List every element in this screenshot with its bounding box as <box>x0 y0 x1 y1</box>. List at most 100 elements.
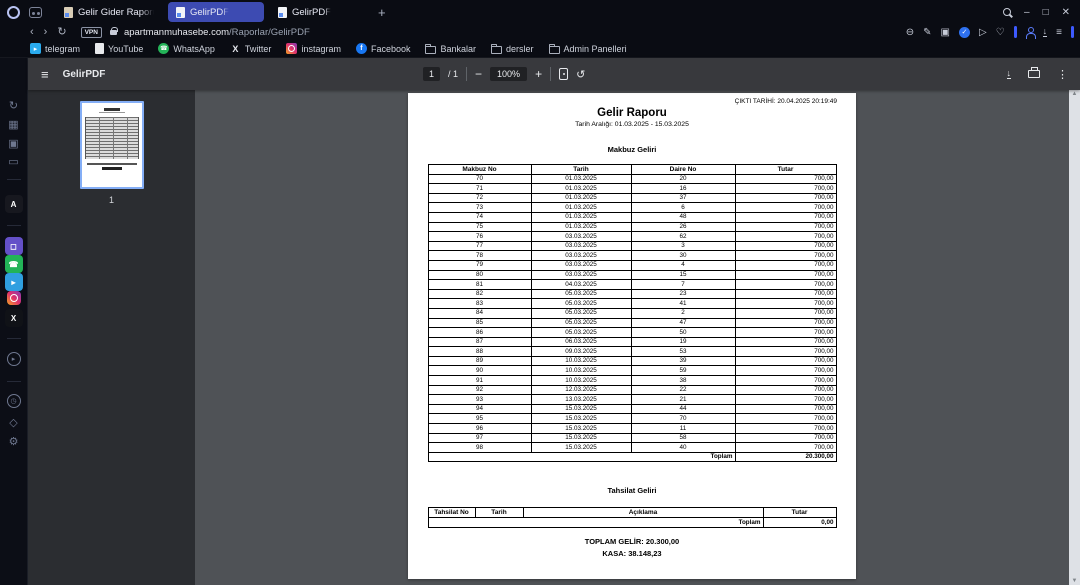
browser-tab[interactable]: Gelir Gider Raporu - Apar <box>56 2 162 22</box>
table-row: 9815.03.202540700,00 <box>428 443 836 453</box>
panel-indicator <box>1071 26 1074 38</box>
send-to-device-icon[interactable]: ▷ <box>979 27 987 38</box>
bookmark-item[interactable]: instagram <box>286 43 341 54</box>
browser-tab[interactable]: GelirPDF <box>270 2 366 22</box>
page-thumbnail[interactable] <box>80 101 144 189</box>
column-header: Tutar <box>735 165 836 175</box>
browser-tab[interactable]: GelirPDF <box>168 2 264 22</box>
minimize-button[interactable]: – <box>1024 7 1030 18</box>
x-icon: X <box>230 43 241 54</box>
search-icon[interactable] <box>1003 8 1011 16</box>
zoom-level[interactable]: 100% <box>490 67 527 81</box>
bookmark-item[interactable]: YouTube <box>95 43 143 54</box>
lock-icon[interactable] <box>110 30 117 35</box>
vpn-badge[interactable]: VPN <box>81 27 102 38</box>
settings-icon[interactable]: ⚙ <box>5 432 23 450</box>
bookmark-heart-icon[interactable]: ♡ <box>996 27 1005 38</box>
table-row: 7001.03.202520700,00 <box>428 174 836 184</box>
tahsilat-table: Tahsilat NoTarihAçıklamaTutarToplam0,00 <box>428 507 837 527</box>
bookmark-label: Facebook <box>371 44 411 54</box>
whatsapp-icon[interactable]: ☎ <box>5 255 23 273</box>
more-options-icon[interactable]: ⋮ <box>1057 68 1068 81</box>
browser-window: Gelir Gider Raporu - Apar GelirPDF GelirPD… <box>0 0 1080 585</box>
forward-button[interactable]: › <box>44 27 48 38</box>
instagram-icon[interactable] <box>7 291 21 305</box>
print-date-label: ÇIKTI TARİHİ: 20.04.2025 20:19:49 <box>735 98 837 105</box>
document-area: ÇIKTI TARİHİ: 20.04.2025 20:19:49 Gelir … <box>195 90 1069 585</box>
table-row: 9010.03.202559700,00 <box>428 366 836 376</box>
x-icon[interactable]: X <box>5 309 23 327</box>
fit-page-icon[interactable] <box>559 68 568 80</box>
table-row: 7201.03.202537700,00 <box>428 193 836 203</box>
edit-icon[interactable]: ✎ <box>923 27 931 38</box>
download-icon[interactable]: ↓ <box>1007 69 1012 80</box>
tab-favicon <box>64 7 73 18</box>
bookmark-item[interactable]: Admin Panelleri <box>549 44 627 54</box>
messenger-icon[interactable]: ◻ <box>5 237 23 255</box>
column-header: Tutar <box>763 508 836 518</box>
page-count-label: / 1 <box>448 69 458 79</box>
bookmark-item[interactable]: f Facebook <box>356 43 411 54</box>
aria-icon[interactable]: A <box>5 195 23 213</box>
scroll-up-icon[interactable]: ▲ <box>1072 91 1078 97</box>
zoom-out-button[interactable]: − <box>475 67 482 81</box>
reload-button[interactable]: ↻ <box>57 27 66 38</box>
bookmark-item[interactable]: dersler <box>491 44 534 54</box>
profile-icon[interactable] <box>1026 30 1034 38</box>
viewer-scrollbar[interactable]: ▲ ▼ <box>1069 90 1080 585</box>
table-row: 9415.03.202544700,00 <box>428 404 836 414</box>
briefcase-icon[interactable]: ▦ <box>5 115 23 133</box>
facebook-icon: f <box>356 43 367 54</box>
column-header: Tarih <box>531 165 631 175</box>
page-number-input[interactable]: 1 <box>423 67 440 81</box>
easy-setup-icon[interactable]: ↻ <box>5 96 23 114</box>
new-tab-button[interactable]: + <box>374 5 390 20</box>
close-button[interactable]: ✕ <box>1062 7 1070 18</box>
history-icon[interactable]: ◷ <box>7 394 21 408</box>
bookmark-item[interactable]: XTwitter <box>230 43 272 54</box>
total-row: Toplam20.300,00 <box>428 452 836 462</box>
player-icon[interactable]: ▭ <box>5 152 23 170</box>
back-button[interactable]: ‹ <box>30 27 34 38</box>
bookmark-label: instagram <box>301 44 341 54</box>
total-row: Toplam0,00 <box>428 518 836 528</box>
print-icon[interactable] <box>1028 70 1040 78</box>
table-row: 9110.03.202538700,00 <box>428 376 836 386</box>
pdf-menu-icon[interactable]: ≡ <box>41 67 49 82</box>
bookmark-item[interactable]: ☎WhatsApp <box>158 43 215 54</box>
table-row: 8003.03.202515700,00 <box>428 270 836 280</box>
vpn-shield-icon[interactable]: ✓ <box>959 27 970 38</box>
downloads-icon[interactable]: ↓ <box>1043 27 1048 38</box>
opera-logo-icon[interactable] <box>7 6 20 19</box>
pdf-page: ÇIKTI TARİHİ: 20.04.2025 20:19:49 Gelir … <box>408 93 856 579</box>
column-header: Daire No <box>631 165 735 175</box>
thumbnail-rail: 1 <box>28 90 195 585</box>
tab-title: GelirPDF <box>190 7 229 18</box>
table-row: 7803.03.202530700,00 <box>428 251 836 261</box>
extensions-icon[interactable]: ◇ <box>5 413 23 431</box>
telegram-icon: ▸ <box>30 43 41 54</box>
snapshot-icon[interactable]: ▣ <box>5 134 23 152</box>
maximize-button[interactable]: □ <box>1043 7 1049 18</box>
snapshot-camera-icon[interactable]: ▣ <box>941 27 950 38</box>
url-field[interactable]: apartmanmuhasebe.com/Raporlar/GelirPDF <box>124 27 310 38</box>
bookmark-label: dersler <box>506 44 534 54</box>
rotate-icon[interactable]: ↺ <box>576 68 585 81</box>
column-header: Makbuz No <box>428 165 531 175</box>
workspace-icon[interactable] <box>29 7 42 18</box>
tab-title: GelirPDF <box>292 7 331 18</box>
bookmark-item[interactable]: Bankalar <box>425 44 476 54</box>
reading-list-icon[interactable]: ≡ <box>1056 27 1062 38</box>
folder-icon <box>425 46 436 54</box>
report-date-range: Tarih Aralığı: 01.03.2025 - 15.03.2025 <box>408 121 856 128</box>
scroll-down-icon[interactable]: ▼ <box>1072 578 1078 584</box>
folder-icon <box>549 46 560 54</box>
report-title: Gelir Raporu <box>408 93 856 119</box>
telegram-icon[interactable]: ▸ <box>5 273 23 291</box>
zoom-page-icon[interactable]: ⊖ <box>906 27 914 38</box>
bookmark-label: Bankalar <box>440 44 476 54</box>
bookmark-item[interactable]: ▸telegram <box>30 43 80 54</box>
play-icon[interactable]: ▸ <box>7 352 21 366</box>
zoom-in-button[interactable]: + <box>535 67 542 81</box>
table-row: 9313.03.202521700,00 <box>428 395 836 405</box>
